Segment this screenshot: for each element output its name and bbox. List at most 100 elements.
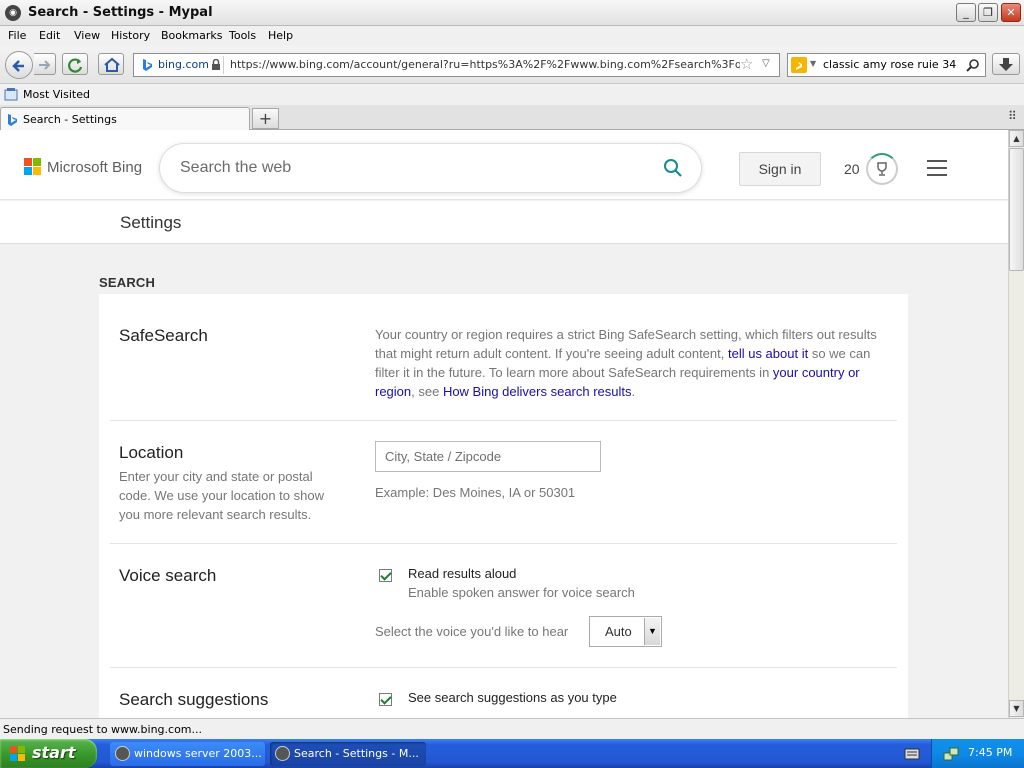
url-bar[interactable]: bing.com https://www.bing.com/account/ge… [133, 53, 780, 77]
voice-search-title: Voice search [119, 566, 217, 585]
downloads-button[interactable] [992, 53, 1020, 75]
taskbar-item-mypal[interactable]: Search - Settings - M... [270, 742, 426, 766]
most-visited-bookmark[interactable]: Most Visited [4, 87, 90, 103]
taskbar-item-label: Search - Settings - M... [294, 747, 419, 760]
url-domain: bing.com [158, 58, 209, 71]
safesearch-text-part: , see [411, 384, 443, 399]
logo-square-yellow [33, 167, 41, 175]
search-bar-value[interactable]: classic amy rose ruie 34 [823, 58, 956, 71]
search-section-label: SEARCH [99, 275, 156, 290]
navigation-toolbar: bing.com https://www.bing.com/account/ge… [0, 46, 1024, 84]
most-visited-label: Most Visited [23, 88, 90, 101]
engine-dropdown-icon[interactable]: ▼ [810, 59, 816, 68]
safesearch-text: Your country or region requires a strict… [375, 325, 889, 401]
settings-title: Settings [120, 213, 182, 232]
bing-search-icon[interactable] [663, 158, 683, 178]
menu-bookmarks[interactable]: Bookmarks [161, 29, 222, 42]
logo-square-blue [24, 167, 32, 175]
rewards-count[interactable]: 20 [844, 161, 860, 177]
site-identity[interactable]: bing.com [136, 56, 224, 74]
new-tab-button[interactable]: + [252, 108, 279, 129]
search-suggestions-checkbox[interactable] [379, 693, 392, 706]
rewards-trophy-icon[interactable] [866, 153, 898, 185]
bing-brand-name: Microsoft Bing [47, 159, 143, 176]
taskbar-item-windows-server[interactable]: windows server 2003... [110, 742, 265, 766]
tab-list-icon[interactable]: ⠿ [1008, 109, 1017, 123]
menu-bar: File Edit View History Bookmarks Tools H… [0, 26, 1024, 46]
bing-search-box[interactable] [160, 144, 701, 192]
scroll-up-arrow-icon[interactable]: ▲ [1009, 130, 1024, 147]
location-title: Location [119, 443, 184, 462]
bing-header: Microsoft Bing Sign in 20 [0, 130, 1008, 200]
keyboard-icon[interactable] [904, 747, 920, 761]
reload-icon [68, 58, 83, 73]
read-aloud-label[interactable]: Read results aloud [408, 566, 516, 581]
close-button[interactable]: ✕ [1001, 3, 1021, 22]
search-suggestions-title: Search suggestions [119, 690, 269, 709]
window-title: Search - Settings - Mypal [28, 5, 213, 20]
bookmark-star-icon[interactable]: ☆ [740, 55, 753, 73]
clock: 7:45 PM [968, 746, 1013, 759]
sign-in-button[interactable]: Sign in [739, 152, 821, 186]
start-label: start [32, 743, 76, 762]
lock-icon [212, 59, 220, 70]
bing-search-input[interactable] [180, 156, 650, 180]
menu-view[interactable]: View [74, 29, 100, 42]
voice-select[interactable]: Auto ▼ [589, 616, 662, 647]
forward-button[interactable] [34, 53, 56, 75]
network-icon[interactable] [942, 745, 960, 763]
search-bar[interactable]: ▼ classic amy rose ruie 34 [787, 53, 986, 77]
tab-search-settings[interactable]: Search - Settings [0, 107, 250, 131]
page-viewport: Microsoft Bing Sign in 20 Settings SEARC… [0, 130, 1008, 718]
reload-button[interactable] [62, 53, 88, 75]
menu-history[interactable]: History [111, 29, 150, 42]
search-settings-card: SafeSearch Your country or region requir… [99, 294, 908, 718]
how-bing-delivers-link[interactable]: How Bing delivers search results [443, 384, 632, 399]
trophy-icon [877, 162, 887, 176]
menu-help[interactable]: Help [268, 29, 293, 42]
divider [110, 667, 897, 668]
taskbar-item-label: windows server 2003... [134, 747, 262, 760]
tell-us-link[interactable]: tell us about it [728, 346, 808, 361]
bookmark-folder-icon [4, 88, 18, 101]
bing-favicon-icon [143, 59, 152, 71]
search-suggestions-label[interactable]: See search suggestions as you type [408, 690, 617, 705]
divider [110, 543, 897, 544]
mypal-app-icon[interactable]: ◉ [5, 5, 21, 21]
taskbar: start windows server 2003... Search - Se… [0, 739, 1024, 768]
start-button[interactable]: start [0, 739, 97, 768]
menu-edit[interactable]: Edit [39, 29, 60, 42]
scroll-down-arrow-icon[interactable]: ▼ [1009, 700, 1024, 717]
bing-engine-icon[interactable] [791, 57, 807, 73]
vertical-scrollbar[interactable]: ▲ ▼ [1008, 130, 1024, 718]
restore-button[interactable]: ❐ [978, 3, 998, 22]
search-go-icon[interactable] [966, 58, 980, 72]
home-button[interactable] [98, 53, 124, 75]
scrollbar-thumb[interactable] [1009, 148, 1024, 271]
forward-arrow-icon [39, 60, 51, 70]
url-text[interactable]: https://www.bing.com/account/general?ru=… [230, 58, 740, 71]
read-aloud-sublabel: Enable spoken answer for voice search [408, 585, 635, 600]
divider [110, 420, 897, 421]
voice-select-value: Auto [605, 624, 632, 639]
home-icon [104, 57, 120, 72]
mypal-icon [275, 746, 290, 761]
app-icon [115, 746, 130, 761]
logo-square-green [33, 158, 41, 166]
location-input[interactable] [375, 441, 601, 472]
download-arrow-icon [999, 58, 1013, 71]
read-aloud-checkbox[interactable] [379, 569, 392, 582]
menu-tools[interactable]: Tools [229, 29, 256, 42]
status-text: Sending request to www.bing.com... [3, 723, 203, 736]
url-dropdown-icon[interactable]: ▽ [762, 58, 770, 69]
minimize-button[interactable]: _ [956, 3, 976, 22]
system-tray: 7:45 PM [931, 739, 1024, 768]
voice-select-label: Select the voice you'd like to hear [375, 624, 569, 639]
hamburger-menu-icon[interactable] [927, 160, 947, 176]
location-description: Enter your city and state or postal code… [119, 469, 324, 522]
back-button[interactable] [5, 51, 33, 79]
menu-file[interactable]: File [8, 29, 26, 42]
status-bar: Sending request to www.bing.com... [0, 718, 1024, 739]
bookmarks-toolbar: Most Visited [0, 84, 1024, 105]
settings-header: Settings [0, 201, 1008, 244]
